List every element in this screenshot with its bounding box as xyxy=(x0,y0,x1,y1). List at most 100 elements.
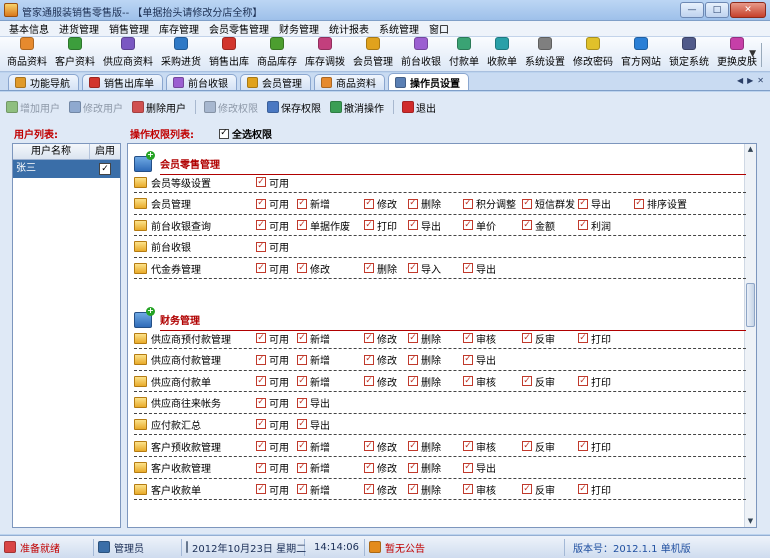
permission-option[interactable]: ✓ 导出 xyxy=(463,460,519,475)
permission-checkbox[interactable]: ✓ xyxy=(463,376,473,387)
permission-checkbox[interactable]: ✓ xyxy=(364,441,374,451)
permission-checkbox[interactable]: ✓ xyxy=(364,354,374,365)
permission-checkbox[interactable]: ✓ xyxy=(297,354,307,365)
permission-checkbox[interactable]: ✓ xyxy=(578,333,588,343)
permission-checkbox[interactable]: ✓ xyxy=(408,484,418,495)
tab[interactable]: 功能导航 xyxy=(8,74,79,90)
permission-checkbox[interactable]: ✓ xyxy=(256,333,266,343)
tab[interactable]: 会员管理 xyxy=(240,74,311,90)
permission-checkbox[interactable]: ✓ xyxy=(256,241,266,252)
permission-option[interactable]: ✓ 审核 xyxy=(463,439,519,454)
menu-item[interactable]: 统计报表 xyxy=(324,21,374,36)
select-all-permissions[interactable]: ✓ 全选权限 xyxy=(219,126,272,141)
permission-checkbox[interactable]: ✓ xyxy=(297,333,307,343)
permission-checkbox[interactable]: ✓ xyxy=(256,354,266,365)
permission-option[interactable]: ✓ 金额 xyxy=(522,218,578,233)
permission-checkbox[interactable]: ✓ xyxy=(256,198,266,209)
permission-checkbox[interactable]: ✓ xyxy=(408,376,418,387)
permission-checkbox[interactable]: ✓ xyxy=(408,441,418,451)
permission-option[interactable]: ✓ 短信群发 xyxy=(522,196,578,211)
select-all-checkbox[interactable]: ✓ xyxy=(219,128,229,139)
permission-checkbox[interactable]: ✓ xyxy=(634,198,644,209)
permission-option[interactable]: ✓ 修改 xyxy=(297,261,353,276)
permission-checkbox[interactable]: ✓ xyxy=(297,419,307,430)
permission-checkbox[interactable]: ✓ xyxy=(463,484,473,495)
toolbar-button[interactable]: 供应商资料 xyxy=(99,37,157,71)
toolbar-button[interactable]: 客户资料 xyxy=(51,37,99,71)
tab-next-icon[interactable]: ▶ xyxy=(747,76,753,85)
permission-checkbox[interactable]: ✓ xyxy=(297,220,307,231)
tab-close-icon[interactable]: ✕ xyxy=(757,76,764,85)
permission-checkbox[interactable]: ✓ xyxy=(522,376,532,387)
permission-checkbox[interactable]: ✓ xyxy=(297,376,307,387)
permission-checkbox[interactable]: ✓ xyxy=(364,376,374,387)
permission-checkbox[interactable]: ✓ xyxy=(256,419,266,430)
permission-option[interactable]: ✓ 反审 xyxy=(522,482,578,497)
action-button[interactable]: 退出 xyxy=(402,100,436,115)
permission-option[interactable]: ✓ 新增 xyxy=(297,439,353,454)
user-enabled-checkbox[interactable]: ✓ xyxy=(99,163,111,175)
permission-checkbox[interactable]: ✓ xyxy=(256,484,266,495)
permission-checkbox[interactable]: ✓ xyxy=(578,220,588,231)
permission-option[interactable]: ✓ 单据作废 xyxy=(297,218,353,233)
permission-checkbox[interactable]: ✓ xyxy=(463,263,473,274)
permission-option[interactable]: ✓ 新增 xyxy=(297,460,353,475)
permission-checkbox[interactable]: ✓ xyxy=(408,333,418,343)
permission-checkbox[interactable]: ✓ xyxy=(297,484,307,495)
action-button[interactable]: 修改用户 xyxy=(69,100,123,115)
toolbar-button[interactable]: 前台收银 xyxy=(397,37,445,71)
permission-option[interactable]: ✓ 导出 xyxy=(578,196,634,211)
toolbar-button[interactable]: 商品库存 xyxy=(253,37,301,71)
permission-checkbox[interactable]: ✓ xyxy=(463,441,473,451)
toolbar-button[interactable]: 收款单 xyxy=(483,37,521,71)
menu-item[interactable]: 进货管理 xyxy=(54,21,104,36)
permission-option[interactable]: ✓ 新增 xyxy=(297,374,353,389)
toolbar-button[interactable]: 修改密码 xyxy=(569,37,617,71)
permission-checkbox[interactable]: ✓ xyxy=(256,263,266,274)
toolbar-overflow-icon[interactable]: ▼ xyxy=(749,49,756,59)
permission-option[interactable]: ✓ 反审 xyxy=(522,331,578,346)
permission-checkbox[interactable]: ✓ xyxy=(578,198,588,209)
permission-option[interactable]: ✓ 删除 xyxy=(408,196,464,211)
permission-checkbox[interactable]: ✓ xyxy=(408,263,418,274)
permission-checkbox[interactable]: ✓ xyxy=(522,333,532,343)
permission-option[interactable]: ✓ 单价 xyxy=(463,218,519,233)
permission-checkbox[interactable]: ✓ xyxy=(364,263,374,274)
column-header-enabled[interactable]: 启用 xyxy=(90,144,120,159)
menu-item[interactable]: 财务管理 xyxy=(274,21,324,36)
permission-checkbox[interactable]: ✓ xyxy=(408,220,418,231)
toolbar-button[interactable]: 系统设置 xyxy=(521,37,569,71)
tab[interactable]: 销售出库单 xyxy=(82,74,163,90)
permission-option[interactable]: ✓ 删除 xyxy=(408,374,464,389)
toolbar-button[interactable]: 采购进货 xyxy=(157,37,205,71)
permission-checkbox[interactable]: ✓ xyxy=(364,220,374,231)
column-header-username[interactable]: 用户名称 xyxy=(13,144,90,159)
permission-option[interactable]: ✓ 反审 xyxy=(522,439,578,454)
menu-item[interactable]: 库存管理 xyxy=(154,21,204,36)
permission-option[interactable]: ✓ 打印 xyxy=(578,439,634,454)
action-button[interactable]: 保存权限 xyxy=(267,100,321,115)
permission-option[interactable]: ✓ 新增 xyxy=(297,196,353,211)
permission-option[interactable]: ✓ 导出 xyxy=(463,261,519,276)
scrollbar-thumb[interactable] xyxy=(746,283,755,327)
permission-checkbox[interactable]: ✓ xyxy=(522,220,532,231)
permission-checkbox[interactable]: ✓ xyxy=(297,441,307,451)
permission-option[interactable]: ✓ 删除 xyxy=(408,439,464,454)
permission-checkbox[interactable]: ✓ xyxy=(522,484,532,495)
permission-checkbox[interactable]: ✓ xyxy=(578,484,588,495)
permission-option[interactable]: ✓ 积分调整 xyxy=(463,196,519,211)
toolbar-button[interactable]: 库存调拨 xyxy=(301,37,349,71)
permission-option[interactable]: ✓ 删除 xyxy=(408,331,464,346)
toolbar-button[interactable]: 官方网站 xyxy=(617,37,665,71)
permission-option[interactable]: ✓ 新增 xyxy=(297,331,353,346)
permission-option[interactable]: ✓ 可用 xyxy=(256,175,312,190)
permission-checkbox[interactable]: ✓ xyxy=(463,354,473,365)
permission-option[interactable]: ✓ 导出 xyxy=(408,218,464,233)
user-name-cell[interactable]: 张三 xyxy=(13,160,90,178)
permission-checkbox[interactable]: ✓ xyxy=(364,198,374,209)
toolbar-button[interactable]: 付款单 xyxy=(445,37,483,71)
permission-checkbox[interactable]: ✓ xyxy=(364,484,374,495)
permission-option[interactable]: ✓ 新增 xyxy=(297,352,353,367)
permission-checkbox[interactable]: ✓ xyxy=(256,177,266,187)
menu-item[interactable]: 会员零售管理 xyxy=(204,21,274,36)
